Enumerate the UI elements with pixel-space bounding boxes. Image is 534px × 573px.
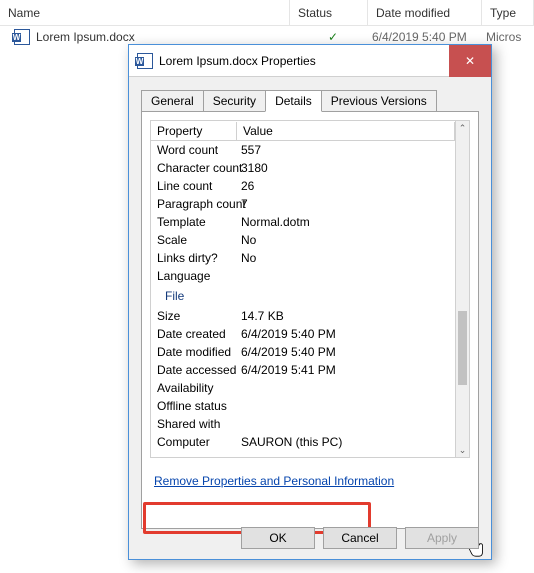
property-name: Shared with (151, 417, 237, 431)
tabstrip: General Security Details Previous Versio… (141, 87, 479, 111)
property-name: Date modified (151, 345, 237, 359)
property-row[interactable]: Size14.7 KB (151, 307, 455, 325)
property-name: Scale (151, 233, 237, 247)
property-name: Links dirty? (151, 251, 237, 265)
property-name: Date accessed (151, 363, 237, 377)
property-row[interactable]: Language (151, 267, 455, 285)
titlebar[interactable]: Lorem Ipsum.docx Properties ✕ (129, 45, 491, 77)
property-row[interactable]: Shared with (151, 415, 455, 433)
property-row[interactable]: Word count557 (151, 141, 455, 159)
property-row[interactable]: Offline status (151, 397, 455, 415)
property-row[interactable]: Links dirty?No (151, 249, 455, 267)
details-tab-panel: Property Value Word count557 Character c… (141, 111, 479, 529)
dialog-button-row: OK Cancel Apply (241, 527, 479, 549)
property-grid: Property Value Word count557 Character c… (150, 120, 470, 458)
file-name: Lorem Ipsum.docx (36, 30, 294, 44)
grid-header-property[interactable]: Property (151, 122, 237, 140)
property-name: Character count (151, 161, 237, 175)
close-icon: ✕ (465, 54, 475, 68)
property-value: 6/4/2019 5:40 PM (237, 345, 455, 359)
file-type: Micros (486, 30, 521, 44)
property-value: 26 (237, 179, 455, 193)
property-row[interactable]: Character count3180 (151, 159, 455, 177)
scroll-thumb[interactable] (458, 311, 467, 385)
property-value: 6/4/2019 5:40 PM (237, 327, 455, 341)
tab-previous-versions[interactable]: Previous Versions (321, 90, 437, 111)
properties-dialog: Lorem Ipsum.docx Properties ✕ General Se… (128, 44, 492, 560)
column-header-name[interactable]: Name (0, 0, 290, 25)
dialog-title: Lorem Ipsum.docx Properties (159, 54, 449, 68)
property-name: Paragraph count (151, 197, 237, 211)
scroll-down-icon[interactable]: ⌄ (456, 443, 469, 457)
scrollbar[interactable]: ⌃ ⌄ (455, 121, 469, 457)
file-date: 6/4/2019 5:40 PM (372, 30, 486, 44)
property-name: Line count (151, 179, 237, 193)
column-header-status[interactable]: Status (290, 0, 368, 25)
apply-button: Apply (405, 527, 479, 549)
property-name: Template (151, 215, 237, 229)
property-row[interactable]: ComputerSAURON (this PC) (151, 433, 455, 451)
property-row[interactable]: Date created6/4/2019 5:40 PM (151, 325, 455, 343)
word-doc-icon (137, 53, 153, 69)
property-value: 3180 (237, 161, 455, 175)
property-row[interactable]: ScaleNo (151, 231, 455, 249)
property-value: Normal.dotm (237, 215, 455, 229)
property-row[interactable]: Availability (151, 379, 455, 397)
tab-security[interactable]: Security (203, 90, 266, 111)
property-value: 6/4/2019 5:41 PM (237, 363, 455, 377)
remove-properties-link[interactable]: Remove Properties and Personal Informati… (154, 474, 394, 488)
ok-button[interactable]: OK (241, 527, 315, 549)
property-value: 557 (237, 143, 455, 157)
property-value: SAURON (this PC) (237, 435, 455, 449)
property-name: Offline status (151, 399, 237, 413)
property-value: No (237, 233, 455, 247)
property-row[interactable]: Date modified6/4/2019 5:40 PM (151, 343, 455, 361)
property-name: Size (151, 309, 237, 323)
file-status-icon: ✓ (294, 30, 372, 44)
property-name: Availability (151, 381, 237, 395)
grid-header-value[interactable]: Value (237, 122, 455, 140)
property-value: 7 (237, 197, 455, 211)
remove-properties-row: Remove Properties and Personal Informati… (150, 468, 470, 494)
word-doc-icon (14, 29, 30, 45)
column-header-type[interactable]: Type (482, 0, 534, 25)
column-header-date[interactable]: Date modified (368, 0, 482, 25)
file-list-header: Name Status Date modified Type (0, 0, 534, 26)
scroll-up-icon[interactable]: ⌃ (456, 121, 469, 135)
tab-details[interactable]: Details (265, 90, 322, 112)
property-name: Language (151, 269, 237, 283)
cancel-button[interactable]: Cancel (323, 527, 397, 549)
property-value: No (237, 251, 455, 265)
property-row[interactable]: Line count26 (151, 177, 455, 195)
property-value: 14.7 KB (237, 309, 455, 323)
tab-general[interactable]: General (141, 90, 204, 111)
property-row[interactable]: Paragraph count7 (151, 195, 455, 213)
property-name: Computer (151, 435, 237, 449)
property-row[interactable]: TemplateNormal.dotm (151, 213, 455, 231)
close-button[interactable]: ✕ (449, 45, 491, 77)
property-section-file: File (151, 285, 455, 307)
property-row[interactable]: Date accessed6/4/2019 5:41 PM (151, 361, 455, 379)
property-name: Word count (151, 143, 237, 157)
property-name: Date created (151, 327, 237, 341)
